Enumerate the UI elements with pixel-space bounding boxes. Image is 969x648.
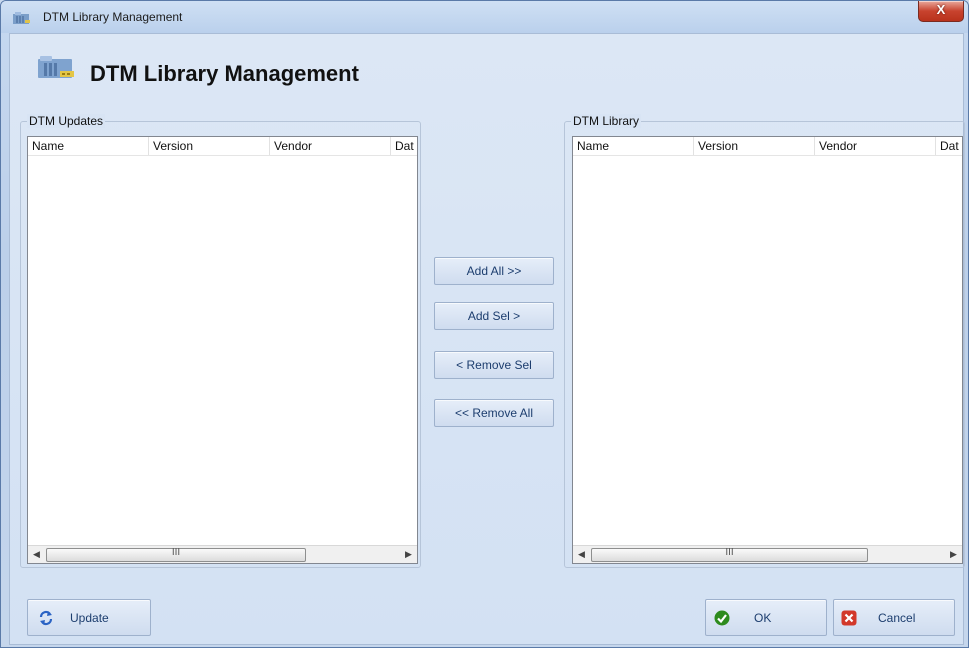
library-folder-icon bbox=[13, 12, 30, 24]
remove-all-button[interactable]: << Remove All bbox=[434, 399, 554, 427]
column-header-vendor[interactable]: Vendor bbox=[815, 137, 936, 155]
grip-icon: III bbox=[725, 547, 734, 558]
window-title: DTM Library Management bbox=[43, 10, 183, 24]
dialog-body: DTM Library Management DTM Updates Name … bbox=[9, 33, 965, 645]
scroll-left-icon[interactable]: ◀ bbox=[28, 546, 45, 563]
updates-group: DTM Updates Name Version Vendor Dat ◀ II… bbox=[20, 114, 421, 568]
dialog-window: DTM Library Management X DTM Library Man… bbox=[0, 0, 969, 648]
updates-list[interactable]: Name Version Vendor Dat ◀ III ▶ bbox=[27, 136, 418, 564]
column-header-name[interactable]: Name bbox=[573, 137, 694, 155]
scroll-thumb[interactable]: III bbox=[46, 547, 306, 562]
scroll-left-icon[interactable]: ◀ bbox=[573, 546, 590, 563]
update-label: Update bbox=[70, 610, 109, 625]
library-folder-icon bbox=[38, 56, 74, 78]
update-button[interactable]: Update bbox=[27, 599, 151, 636]
refresh-icon bbox=[39, 610, 53, 625]
add-all-button[interactable]: Add All >> bbox=[434, 257, 554, 285]
cancel-label: Cancel bbox=[878, 610, 916, 625]
column-header-name[interactable]: Name bbox=[28, 137, 149, 155]
cancel-button[interactable]: Cancel bbox=[833, 599, 955, 636]
library-group: DTM Library Name Version Vendor Dat ◀ II… bbox=[564, 114, 965, 568]
column-header-version[interactable]: Version bbox=[694, 137, 815, 155]
column-header-date[interactable]: Dat bbox=[936, 137, 962, 155]
library-group-label: DTM Library bbox=[571, 114, 642, 128]
ok-button[interactable]: OK bbox=[705, 599, 827, 636]
updates-horizontal-scrollbar[interactable]: ◀ III ▶ bbox=[28, 545, 417, 563]
remove-selected-button[interactable]: < Remove Sel bbox=[434, 351, 554, 379]
title-bar[interactable]: DTM Library Management X bbox=[1, 1, 968, 33]
ok-label: OK bbox=[754, 610, 772, 625]
column-header-vendor[interactable]: Vendor bbox=[270, 137, 391, 155]
library-horizontal-scrollbar[interactable]: ◀ III ▶ bbox=[573, 545, 962, 563]
add-all-label: Add All >> bbox=[466, 264, 522, 278]
close-icon: X bbox=[936, 2, 946, 17]
add-selected-label: Add Sel > bbox=[467, 309, 521, 323]
check-icon bbox=[714, 610, 730, 625]
close-button[interactable]: X bbox=[918, 1, 964, 22]
remove-all-label: << Remove All bbox=[454, 406, 534, 420]
updates-group-label: DTM Updates bbox=[27, 114, 106, 128]
remove-selected-label: < Remove Sel bbox=[456, 358, 532, 372]
column-header-date[interactable]: Dat bbox=[391, 137, 417, 155]
scroll-right-icon[interactable]: ▶ bbox=[400, 546, 417, 563]
library-list-header: Name Version Vendor Dat bbox=[573, 137, 962, 156]
add-selected-button[interactable]: Add Sel > bbox=[434, 302, 554, 330]
library-list[interactable]: Name Version Vendor Dat ◀ III ▶ bbox=[572, 136, 963, 564]
grip-icon: III bbox=[171, 547, 181, 558]
page-title: DTM Library Management bbox=[90, 61, 359, 86]
scroll-right-icon[interactable]: ▶ bbox=[945, 546, 962, 563]
column-header-version[interactable]: Version bbox=[149, 137, 270, 155]
cancel-icon bbox=[841, 610, 857, 625]
scroll-thumb[interactable]: III bbox=[591, 547, 868, 562]
updates-list-header: Name Version Vendor Dat bbox=[28, 137, 417, 156]
